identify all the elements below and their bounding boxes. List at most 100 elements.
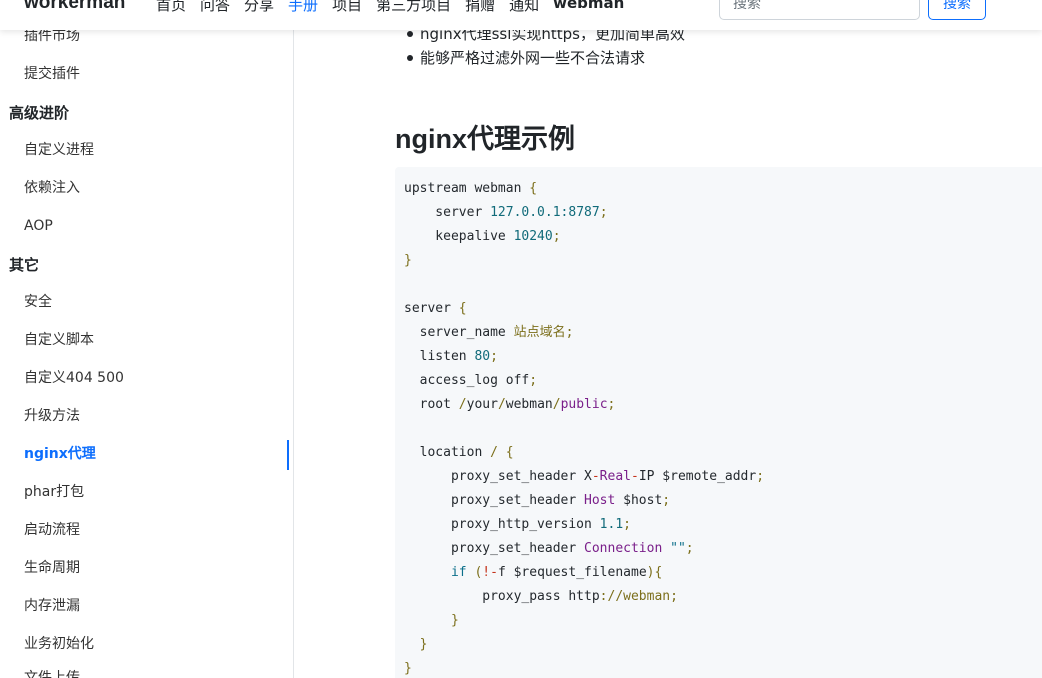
nav-link-qa[interactable]: 问答 [200, 0, 230, 15]
code-line: upstream webman { [404, 181, 537, 196]
sidebar-item-business-init[interactable]: 业务初始化 [24, 634, 94, 654]
code-line: proxy_set_header X-Real-IP $remote_addr; [404, 469, 764, 484]
sidebar-item-file-upload[interactable]: 文件上传 [24, 668, 80, 678]
code-token: { [505, 445, 514, 460]
code-token: / [458, 397, 467, 412]
code-token: location [404, 445, 491, 460]
code-token: } [450, 613, 459, 628]
code-line: access_log off; [404, 373, 537, 388]
code-token: proxy_set_header [404, 541, 585, 556]
code-token: ; [607, 397, 616, 412]
code-token: 127.0.0.1 [490, 205, 561, 220]
sidebar-item-submit-plugin[interactable]: 提交插件 [24, 64, 80, 84]
nav-link-webman[interactable]: webman [553, 0, 624, 15]
sidebar-section-advanced[interactable]: 高级进阶 [9, 102, 69, 124]
code-token: server [404, 205, 491, 220]
code-line: } [404, 613, 459, 628]
nav-link-projects[interactable]: 项目 [332, 0, 362, 15]
sidebar-item-startup-flow[interactable]: 启动流程 [24, 520, 80, 540]
search-button[interactable]: 搜索 [928, 0, 986, 20]
search-input[interactable]: 搜索 [719, 0, 920, 20]
sidebar-item-memory-leak[interactable]: 内存泄漏 [24, 596, 80, 616]
sidebar-item-aop[interactable]: AOP [24, 216, 53, 236]
sidebar-item-phar-package[interactable]: phar打包 [24, 482, 84, 502]
code-token: } [419, 637, 428, 652]
code-token: keepalive [404, 229, 514, 244]
code-token: ; [529, 373, 538, 388]
sidebar-item-custom-script[interactable]: 自定义脚本 [24, 330, 94, 350]
sidebar-item-custom-process[interactable]: 自定义进程 [24, 140, 94, 160]
code-token: - [490, 565, 498, 580]
code-token: ; [685, 541, 694, 556]
code-line: keepalive 10240; [404, 229, 561, 244]
code-token: 站点域名 [513, 325, 566, 340]
code-token: ; [565, 325, 574, 340]
code-token: webman [623, 589, 671, 604]
code-block[interactable]: upstream webman { server 127.0.0.1:8787;… [395, 167, 1042, 678]
code-token: ; [623, 517, 631, 532]
sidebar-item-security[interactable]: 安全 [24, 292, 52, 312]
code-line: location / { [404, 445, 514, 460]
code-token: - [591, 469, 600, 484]
section-title: nginx代理示例 [395, 124, 575, 154]
sidebar-item-dependency-injection[interactable]: 依赖注入 [24, 178, 80, 198]
code-token: ; [756, 469, 765, 484]
sidebar-item-upgrade[interactable]: 升级方法 [24, 406, 80, 426]
code-token: ; [490, 349, 498, 364]
main-nav: 首页 问答 分享 手册 项目 第三方项目 捐赠 通知 webman [156, 0, 638, 15]
code-token: server_name [404, 325, 514, 340]
nav-link-notice[interactable]: 通知 [509, 0, 539, 15]
sidebar-item-lifecycle[interactable]: 生命周期 [24, 558, 80, 578]
code-token: proxy_pass http [404, 589, 600, 604]
code-token: ! [482, 565, 491, 580]
code-token: proxy_set_header [404, 493, 585, 508]
code-token: f $request_filename [497, 565, 647, 580]
nav-link-share[interactable]: 分享 [244, 0, 274, 15]
code-token: } [404, 661, 412, 676]
code-line: listen 80; [404, 349, 498, 364]
code-token: access_log off [404, 373, 530, 388]
code-token: listen [404, 349, 475, 364]
nav-link-manual[interactable]: 手册 [288, 0, 318, 15]
code-token: 1.1 [599, 517, 624, 532]
feature-item: 能够严格过滤外网一些不合法请求 [407, 46, 685, 70]
code-token: // [607, 589, 624, 604]
code-token: "" [670, 541, 686, 556]
code-token: your [466, 397, 498, 412]
code-token: ; [599, 205, 608, 220]
nav-link-home[interactable]: 首页 [156, 0, 186, 15]
sidebar-item-nginx-proxy[interactable]: nginx代理 [24, 444, 96, 464]
code-token: IP $remote_addr [638, 469, 757, 484]
code-token: : [599, 589, 608, 604]
code-token: ; [662, 493, 671, 508]
sidebar: 插件市场 提交插件 高级进阶 自定义进程 依赖注入 AOP 其它 安全 自定义脚… [0, 0, 294, 678]
code-token: public [560, 397, 608, 412]
code-token: - [630, 469, 639, 484]
code-token: 10240 [513, 229, 553, 244]
code-token: { [654, 565, 663, 580]
code-token: / [552, 397, 561, 412]
code-token: Host [584, 493, 616, 508]
code-line: proxy_pass http://webman; [404, 589, 678, 604]
code-token: { [529, 181, 538, 196]
sidebar-section-other[interactable]: 其它 [9, 254, 39, 276]
code-line: root /your/webman/public; [404, 397, 616, 412]
code-token: proxy_set_header X [404, 469, 592, 484]
top-navbar: workerman 首页 问答 分享 手册 项目 第三方项目 捐赠 通知 web… [0, 0, 1042, 30]
code-token: proxy_http_version [404, 517, 600, 532]
nav-link-third-party[interactable]: 第三方项目 [376, 0, 451, 15]
code-token: / [490, 445, 498, 460]
sidebar-item-custom-404-500[interactable]: 自定义404 500 [24, 368, 124, 388]
nginx-config-code[interactable]: upstream webman { server 127.0.0.1:8787;… [404, 177, 764, 678]
sidebar-active-indicator [287, 440, 289, 470]
code-token: upstream webman [404, 181, 530, 196]
code-line: proxy_http_version 1.1; [404, 517, 631, 532]
brand-logo[interactable]: workerman [24, 0, 125, 14]
code-line: } [404, 637, 428, 652]
nav-link-donate[interactable]: 捐赠 [465, 0, 495, 15]
code-token: ; [552, 229, 561, 244]
